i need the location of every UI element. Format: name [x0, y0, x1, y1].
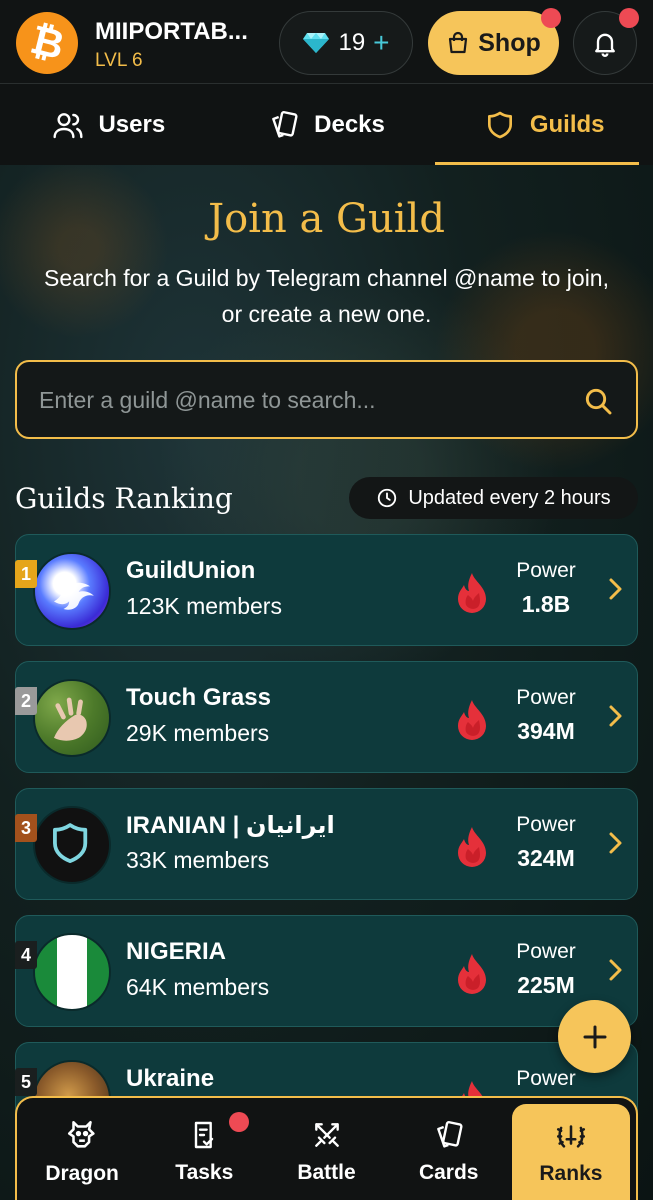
power-label: Power: [516, 686, 576, 709]
laurel-icon: [556, 1125, 585, 1148]
hand-icon: [53, 697, 87, 741]
guild-power: 394M: [517, 718, 575, 744]
guild-power: 324M: [517, 845, 575, 871]
guild-name: GuildUnion: [126, 557, 256, 584]
add-gems-icon: +: [373, 27, 390, 58]
guild-search-box: [15, 360, 638, 439]
nav-ranks-label: Ranks: [539, 1162, 603, 1185]
power-label: Power: [516, 813, 576, 836]
page-title: Join a Guild: [208, 196, 445, 242]
guild-row[interactable]: 3 IRANIAN | ایرانیان 33K members Power 3…: [15, 788, 638, 900]
rank-badge: 2: [15, 687, 37, 715]
chevron-right-icon: [609, 832, 622, 854]
tab-guilds-label: Guilds: [529, 110, 605, 138]
rank-badge: 1: [15, 560, 37, 588]
update-frequency-text: Updated every 2 hours: [408, 486, 611, 509]
cards-icon: [436, 1121, 463, 1148]
tab-guilds[interactable]: Guilds: [435, 84, 653, 165]
guild-logo-flag: [33, 933, 111, 1011]
nav-cards-label: Cards: [418, 1161, 479, 1184]
power-label: Power: [516, 940, 576, 963]
swords-icon: [314, 1123, 339, 1147]
guild-members: 29K members: [126, 720, 270, 746]
power-label: Power: [516, 559, 576, 582]
guild-logo-grass: [33, 679, 111, 757]
flame-icon: [458, 573, 486, 613]
bell-icon: [595, 33, 615, 57]
dragon-icon: [68, 1120, 95, 1148]
rank-badge: 3: [15, 814, 37, 842]
tab-decks[interactable]: Decks: [218, 84, 436, 165]
guild-name: Touch Grass: [126, 684, 271, 711]
search-icon[interactable]: [582, 385, 614, 417]
tasks-notification-dot: [229, 1112, 250, 1132]
chevron-right-icon: [609, 705, 622, 727]
chevron-right-icon: [609, 578, 622, 600]
guild-row[interactable]: 1 GuildUnion 123K members Power 1.8B: [15, 534, 638, 646]
bitcoin-icon: ₿: [25, 16, 69, 70]
shop-notification-dot: [541, 8, 561, 28]
nav-tasks-label: Tasks: [175, 1161, 234, 1184]
guild-members: 33K members: [126, 847, 270, 873]
nav-ranks[interactable]: Ranks: [511, 1104, 631, 1200]
bag-icon: [449, 31, 468, 54]
nav-dragon-label: Dragon: [45, 1162, 119, 1185]
tab-users-label: Users: [98, 110, 166, 138]
nav-tasks[interactable]: Tasks: [145, 1104, 263, 1200]
guild-name: IRANIAN | ایرانیان: [126, 812, 335, 839]
notifications-dot: [619, 8, 639, 28]
rank-badge: 4: [15, 941, 37, 969]
tab-decks-label: Decks: [314, 110, 385, 138]
tab-users[interactable]: Users: [0, 84, 218, 165]
flame-icon: [458, 954, 486, 994]
bottom-navigation: Dragon Tasks Battle Cards Ranks: [15, 1096, 638, 1200]
chevron-right-icon: [609, 959, 622, 981]
ranking-title: Guilds Ranking: [15, 482, 233, 515]
username: MIIPORTAB...: [95, 18, 248, 45]
rankings-tabs: Users Decks Guilds: [0, 84, 653, 165]
guild-logo-shield: [33, 806, 111, 884]
tasks-icon: [195, 1121, 214, 1149]
top-bar: ₿ MIIPORTAB... LVL 6 19 + Shop: [0, 0, 653, 84]
guild-power: 225M: [517, 972, 575, 998]
guild-members: 64K members: [126, 974, 270, 1000]
update-frequency-badge: Updated every 2 hours: [349, 477, 638, 519]
plus-icon: [583, 1025, 606, 1048]
shield-logo-icon: [53, 823, 88, 864]
diamond-icon: [303, 33, 330, 53]
power-label: Power: [516, 1067, 576, 1090]
shop-button[interactable]: Shop: [428, 11, 559, 75]
guild-row[interactable]: 2 Touch Grass 29K members Power 394M: [15, 661, 638, 773]
rank-badge: 5: [15, 1068, 37, 1096]
shop-label: Shop: [478, 28, 541, 57]
dragon-logo-icon: [53, 582, 94, 610]
flame-icon: [458, 700, 486, 740]
guild-members: 123K members: [126, 593, 282, 619]
flame-icon: [458, 827, 486, 867]
nav-cards[interactable]: Cards: [390, 1104, 508, 1200]
guild-name: Ukraine: [126, 1065, 215, 1092]
avatar[interactable]: ₿: [16, 12, 78, 74]
create-guild-button[interactable]: [558, 1000, 631, 1073]
guild-search-input[interactable]: [39, 380, 559, 420]
guild-logo-dragon: [33, 552, 111, 630]
guild-name: NIGERIA: [126, 938, 227, 965]
gems-count: 19: [338, 29, 366, 56]
player-level: LVL 6: [95, 50, 143, 71]
nav-battle[interactable]: Battle: [267, 1104, 385, 1200]
clock-icon: [378, 488, 397, 508]
page-subtitle: Search for a Guild by Telegram channel @…: [43, 265, 609, 327]
users-icon: [53, 112, 84, 138]
cards-icon: [272, 110, 298, 138]
shield-icon: [487, 111, 512, 138]
gems-balance-button[interactable]: 19 +: [279, 11, 413, 75]
guild-row[interactable]: 4 NIGERIA 64K members Power 225M: [15, 915, 638, 1027]
guild-power: 1.8B: [521, 591, 571, 617]
nav-battle-label: Battle: [297, 1161, 356, 1184]
nav-dragon[interactable]: Dragon: [23, 1104, 141, 1200]
